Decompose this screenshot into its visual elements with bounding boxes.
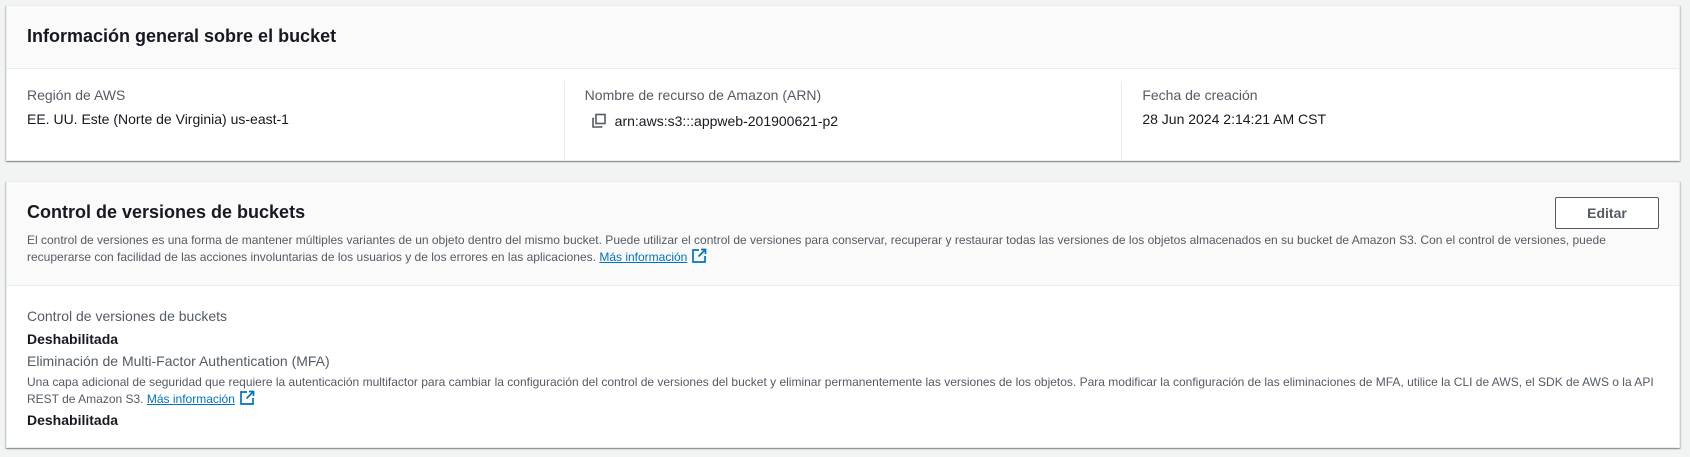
creation-date-value: 28 Jun 2024 2:14:21 AM CST <box>1142 111 1327 127</box>
mfa-delete-label: Eliminación de Multi-Factor Authenticati… <box>27 353 330 369</box>
versioning-status-value: Deshabilitada <box>27 331 119 347</box>
external-link-icon[interactable] <box>691 248 707 264</box>
bucket-versioning-body: Control de versiones de buckets Deshabil… <box>7 286 1679 430</box>
versioning-status-label: Control de versiones de buckets <box>27 308 227 324</box>
creation-date-label: Fecha de creación <box>1142 87 1258 103</box>
arn-label: Nombre de recurso de Amazon (ARN) <box>584 87 822 103</box>
versioning-description-text: El control de versiones es una forma de … <box>27 233 1606 264</box>
bucket-versioning-header: Control de versiones de buckets Editar E… <box>7 182 1679 286</box>
bucket-versioning-title: Control de versiones de buckets <box>27 202 306 222</box>
copy-icon[interactable] <box>591 113 607 129</box>
bucket-versioning-panel: Control de versiones de buckets Editar E… <box>6 181 1680 448</box>
external-link-icon[interactable] <box>239 390 255 406</box>
bucket-overview-title: Información general sobre el bucket <box>27 26 337 46</box>
versioning-description: El control de versiones es una forma de … <box>27 232 1627 265</box>
more-info-link[interactable]: Más información <box>599 250 687 264</box>
mfa-delete-description-text: Una capa adicional de seguridad que requ… <box>27 375 1654 406</box>
mfa-more-info-link-label[interactable]: Más información <box>147 392 235 406</box>
mfa-delete-value: Deshabilitada <box>27 412 119 428</box>
region-column: Región de AWS EE. UU. Este (Norte de Vir… <box>7 81 564 161</box>
region-value: EE. UU. Este (Norte de Virginia) us-east… <box>27 111 289 127</box>
region-label: Región de AWS <box>27 87 126 103</box>
edit-button[interactable]: Editar <box>1555 197 1659 229</box>
creation-date-column: Fecha de creación 28 Jun 2024 2:14:21 AM… <box>1121 81 1679 161</box>
mfa-delete-description: Una capa adicional de seguridad que requ… <box>27 374 1657 407</box>
mfa-more-info-link[interactable]: Más información <box>147 392 235 406</box>
more-info-link-label[interactable]: Más información <box>599 250 687 264</box>
bucket-overview-panel: Información general sobre el bucket Regi… <box>6 5 1680 161</box>
arn-column: Nombre de recurso de Amazon (ARN) arn:aw… <box>563 81 1122 161</box>
bucket-overview-header: Información general sobre el bucket <box>7 6 1679 69</box>
bucket-overview-columns: Región de AWS EE. UU. Este (Norte de Vir… <box>7 69 1679 161</box>
arn-value: arn:aws:s3:::appweb-201900621-p2 <box>614 113 839 129</box>
